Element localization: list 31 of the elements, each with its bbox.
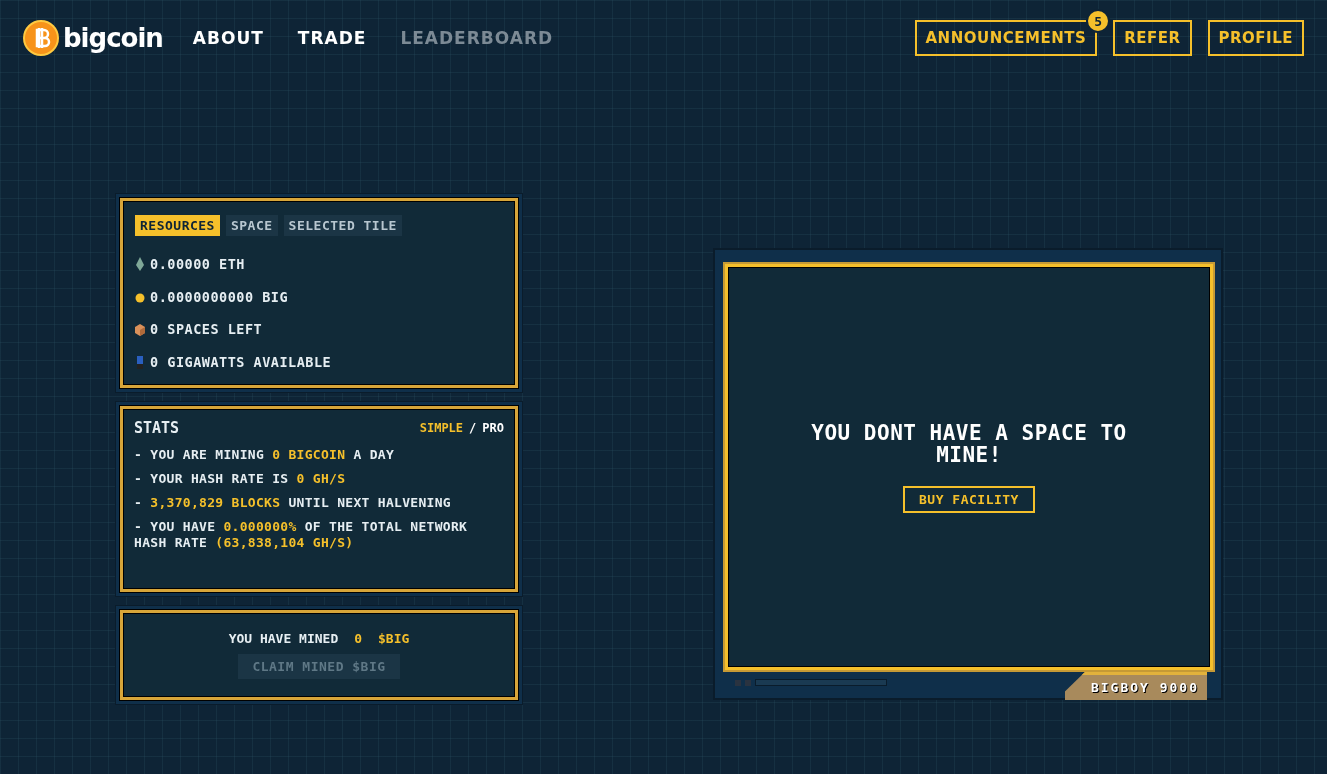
- stat-line: - 3,370,829 BLOCKS UNTIL NEXT HALVENING: [134, 495, 452, 511]
- buy-facility-button[interactable]: BUY FACILITY: [903, 485, 1035, 513]
- empty-message: YOU DONT HAVE A SPACE TO MINE!: [810, 421, 1128, 466]
- resource-amount: 0.0000000000 BIG: [150, 288, 289, 305]
- mode-toggle[interactable]: SIMPLE: [419, 421, 464, 435]
- panel-tab[interactable]: SPACE: [225, 215, 278, 236]
- eth-diamond-icon: [135, 257, 145, 272]
- battery-icon: [135, 354, 145, 369]
- nav-link[interactable]: ABOUT: [192, 28, 264, 48]
- nav-link[interactable]: TRADE: [297, 28, 367, 48]
- resource-amount: 0.00000 ETH: [150, 256, 245, 273]
- mined-amount: 0: [354, 631, 363, 646]
- separator-text: /: [469, 421, 477, 435]
- logo-text[interactable]: bigcoin: [63, 23, 163, 53]
- header-button[interactable]: PROFILE: [1207, 20, 1304, 56]
- stat-line: - YOU ARE MINING 0 BIGCOIN A DAY: [134, 447, 396, 463]
- mined-label: YOU HAVE MINED: [228, 631, 339, 646]
- panel-tab[interactable]: RESOURCES: [135, 215, 220, 236]
- header-button[interactable]: REFER: [1113, 20, 1192, 56]
- mined-unit: $BIG: [378, 631, 410, 646]
- stat-line: - YOUR HASH RATE IS 0 GH/S: [134, 471, 347, 487]
- mode-toggle[interactable]: PRO: [482, 421, 504, 435]
- stat-line: - YOU HAVE 0.000000% OF THE TOTAL NETWORK HASH RATE (63,838,104 GH/S): [134, 519, 469, 551]
- box-icon: [135, 322, 145, 337]
- count-badge: 5: [1086, 9, 1111, 33]
- panel-tab[interactable]: SELECTED TILE: [283, 215, 402, 236]
- model-plate: BIGBOY 9000: [1064, 672, 1207, 700]
- resource-amount: 0 GIGAWATTS AVAILABLE: [150, 353, 332, 370]
- coin-logo-icon: [23, 20, 59, 56]
- card-title: STATS: [134, 419, 180, 437]
- resource-amount: 0 SPACES LEFT: [150, 321, 263, 338]
